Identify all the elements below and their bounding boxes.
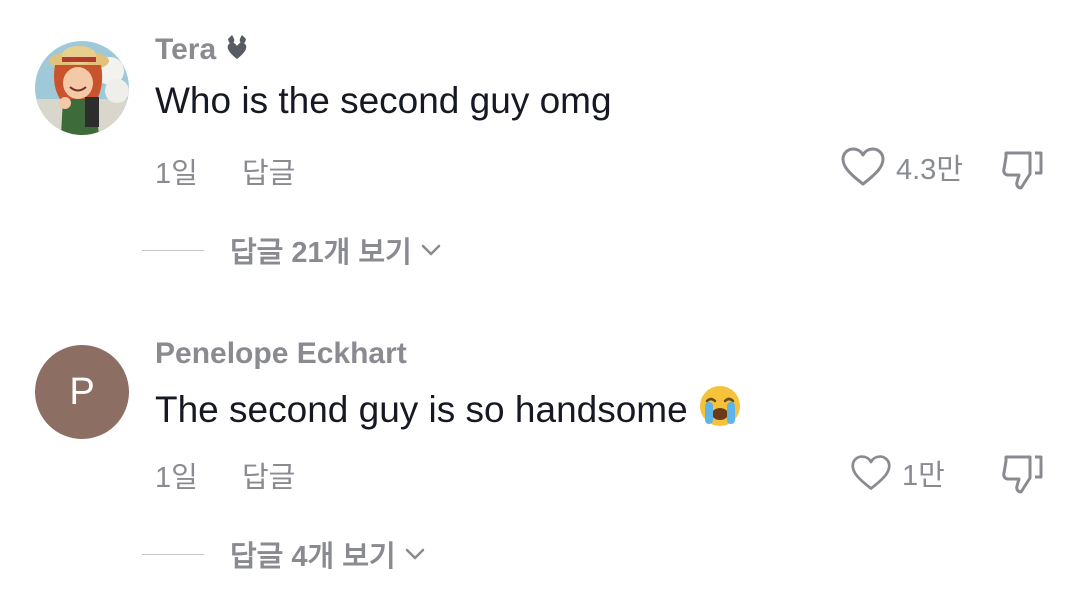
like-count: 1만: [902, 460, 945, 492]
comment-item: Tera Who is the second guy omg 1일 답글 4.3…: [0, 0, 1080, 300]
thumbs-down-icon: [1002, 151, 1043, 190]
comment-time: 1일: [155, 462, 198, 494]
avatar[interactable]: P: [35, 345, 129, 439]
comment-text: The second guy is so handsome: [155, 384, 742, 437]
reply-button[interactable]: 답글: [242, 150, 295, 192]
view-replies-button[interactable]: 답글 21개 보기: [142, 229, 442, 271]
username[interactable]: Penelope Eckhart: [155, 337, 407, 371]
loudly-crying-face-emoji: [698, 384, 742, 437]
username-label: Tera: [155, 33, 217, 66]
username-label: Penelope Eckhart: [155, 337, 407, 370]
heart-ribbon-icon: [224, 33, 250, 69]
divider-line: [142, 249, 204, 251]
reply-button[interactable]: 답글: [242, 454, 295, 496]
chevron-down-icon: [421, 244, 441, 256]
heart-outline-icon: [841, 147, 885, 186]
like-button[interactable]: 1만: [850, 452, 945, 494]
view-replies-button[interactable]: 답글 4개 보기: [142, 533, 426, 575]
like-button[interactable]: 4.3만: [840, 146, 963, 188]
thumbs-down-icon: [1002, 455, 1043, 494]
comment-time: 1일: [155, 158, 198, 190]
divider-line: [142, 553, 204, 555]
profile-photo-icon: [35, 41, 129, 135]
comment-text: Who is the second guy omg: [155, 80, 612, 121]
like-count: 4.3만: [896, 154, 963, 186]
avatar[interactable]: [35, 41, 129, 135]
view-replies-label: 답글 4개 보기: [230, 541, 396, 573]
username[interactable]: Tera: [155, 33, 250, 69]
comment-item: P Penelope Eckhart The second guy is so …: [0, 300, 1080, 609]
view-replies-label: 답글 21개 보기: [230, 237, 412, 269]
dislike-button[interactable]: [1000, 451, 1046, 497]
avatar-letter: P: [69, 371, 95, 413]
chevron-down-icon: [405, 548, 424, 560]
dislike-button[interactable]: [1000, 147, 1046, 193]
heart-outline-icon: [851, 455, 891, 490]
comment-text-label: The second guy is so handsome: [155, 389, 688, 430]
